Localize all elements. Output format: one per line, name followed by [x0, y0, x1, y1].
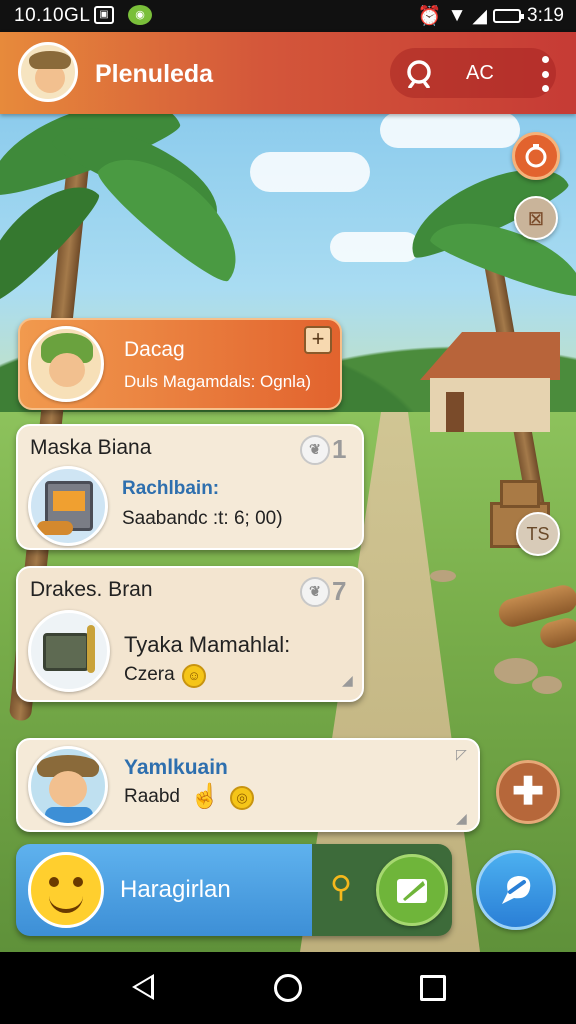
stone — [430, 570, 456, 582]
cloud — [330, 232, 420, 262]
battery-icon — [493, 9, 525, 23]
card-title: Maska Biana — [30, 436, 152, 459]
signpost-button[interactable]: TS — [516, 512, 560, 556]
leaf-icon: ❦ — [300, 434, 330, 465]
plus-icon: ✚ — [512, 771, 544, 813]
primary-action-button[interactable]: Haragirlan — [16, 844, 312, 936]
stopwatch-icon — [525, 144, 547, 168]
badge-count: 1 — [332, 434, 347, 464]
coin-icon: ◎ — [230, 786, 254, 810]
card-detail-text: Czera — [124, 664, 175, 685]
app-notification-icon: ◉ — [128, 5, 152, 25]
treasure-chest-icon — [28, 610, 110, 692]
quest-card-yamlkuain[interactable]: Yamlkuain Raabd ☝ ◎ ◸ ◢ — [16, 738, 480, 832]
jungle-hut — [420, 332, 560, 432]
badge-count: 7 — [332, 576, 347, 606]
edit-icon — [397, 879, 427, 903]
resize-handle-icon: ◢ — [342, 672, 353, 688]
card-detail-title: Rachlbain: — [122, 478, 220, 499]
hand-pointer-icon: ☝ — [190, 783, 220, 810]
status-bar: 10.10GL ▣ ◉ ⏰ ▼ ◢ 3:19 — [0, 0, 576, 32]
card-title: Drakes. Bran — [30, 578, 153, 601]
quest-card-maska-biana[interactable]: Maska Biana ❦ 1 Rachlbain: Saabandc :t: … — [16, 424, 364, 550]
system-nav-bar — [0, 952, 576, 1024]
notification-icon: ▣ — [94, 6, 114, 24]
cloud — [250, 152, 370, 192]
signal-icon: ◢ — [472, 5, 488, 27]
character-avatar — [28, 326, 104, 402]
bottom-action-bar: Haragirlan ⚲ — [16, 844, 452, 936]
search-icon[interactable] — [404, 58, 434, 88]
alarm-icon: ⏰ — [417, 6, 442, 27]
expand-corner-icon: ◸ — [456, 746, 467, 762]
add-button[interactable]: ✚ — [496, 760, 560, 824]
recent-apps-icon[interactable] — [420, 975, 446, 1001]
wooden-crate — [500, 480, 540, 508]
card-title: Yamlkuain — [124, 756, 228, 779]
card-detail-text: Saabandc :t: 6; 00) — [122, 508, 283, 529]
card-detail-title: Tyaka Mamahlal: — [124, 632, 291, 657]
status-clock: 3:19 — [527, 5, 564, 26]
status-time: 10.10GL — [14, 5, 91, 26]
home-icon[interactable] — [274, 974, 302, 1002]
chat-bubble-icon — [502, 876, 531, 904]
chat-button[interactable] — [476, 850, 556, 930]
add-icon[interactable]: + — [304, 326, 332, 354]
stone — [532, 676, 562, 694]
app-header: Plenuleda AC — [0, 32, 576, 114]
profile-avatar[interactable] — [18, 42, 78, 102]
wifi-icon: ▼ — [447, 5, 467, 26]
cloud — [380, 112, 520, 148]
map-icon: ⊠ — [527, 207, 545, 230]
timer-button[interactable] — [512, 132, 560, 180]
resize-handle-icon: ◢ — [456, 810, 467, 826]
explorer-avatar — [28, 746, 108, 826]
status-icons: ⏰ ▼ ◢ 3:19 — [418, 4, 564, 28]
leaf-icon: ❦ — [300, 576, 330, 607]
app-title: Plenuleda — [95, 60, 214, 88]
signpost-icon: TS — [526, 523, 550, 544]
quest-card-drakes-bran[interactable]: Drakes. Bran ❦ 7 Tyaka Mamahlal: Czera ☺… — [16, 566, 364, 702]
smiley-icon — [28, 852, 104, 928]
card-detail-text: Raabd — [124, 786, 180, 807]
key-icon[interactable]: ⚲ — [330, 870, 352, 905]
card-badge: ❦ 7 — [300, 576, 346, 607]
coin-icon: ☺ — [182, 664, 206, 688]
primary-action-label: Haragirlan — [120, 876, 231, 903]
map-button[interactable]: ⊠ — [514, 196, 558, 240]
header-action-button[interactable]: AC — [466, 62, 494, 85]
edit-button[interactable] — [376, 854, 448, 926]
more-menu-icon[interactable] — [540, 56, 550, 92]
card-subtitle: Duls Magamdals: Ognla) — [124, 372, 312, 391]
stone — [494, 658, 538, 684]
card-badge: ❦ 1 — [300, 434, 346, 465]
card-title: Dacag — [124, 338, 185, 361]
oven-icon — [28, 466, 108, 546]
back-icon[interactable] — [132, 974, 154, 1000]
quest-card-dacag[interactable]: Dacag Duls Magamdals: Ognla) + — [18, 318, 342, 410]
